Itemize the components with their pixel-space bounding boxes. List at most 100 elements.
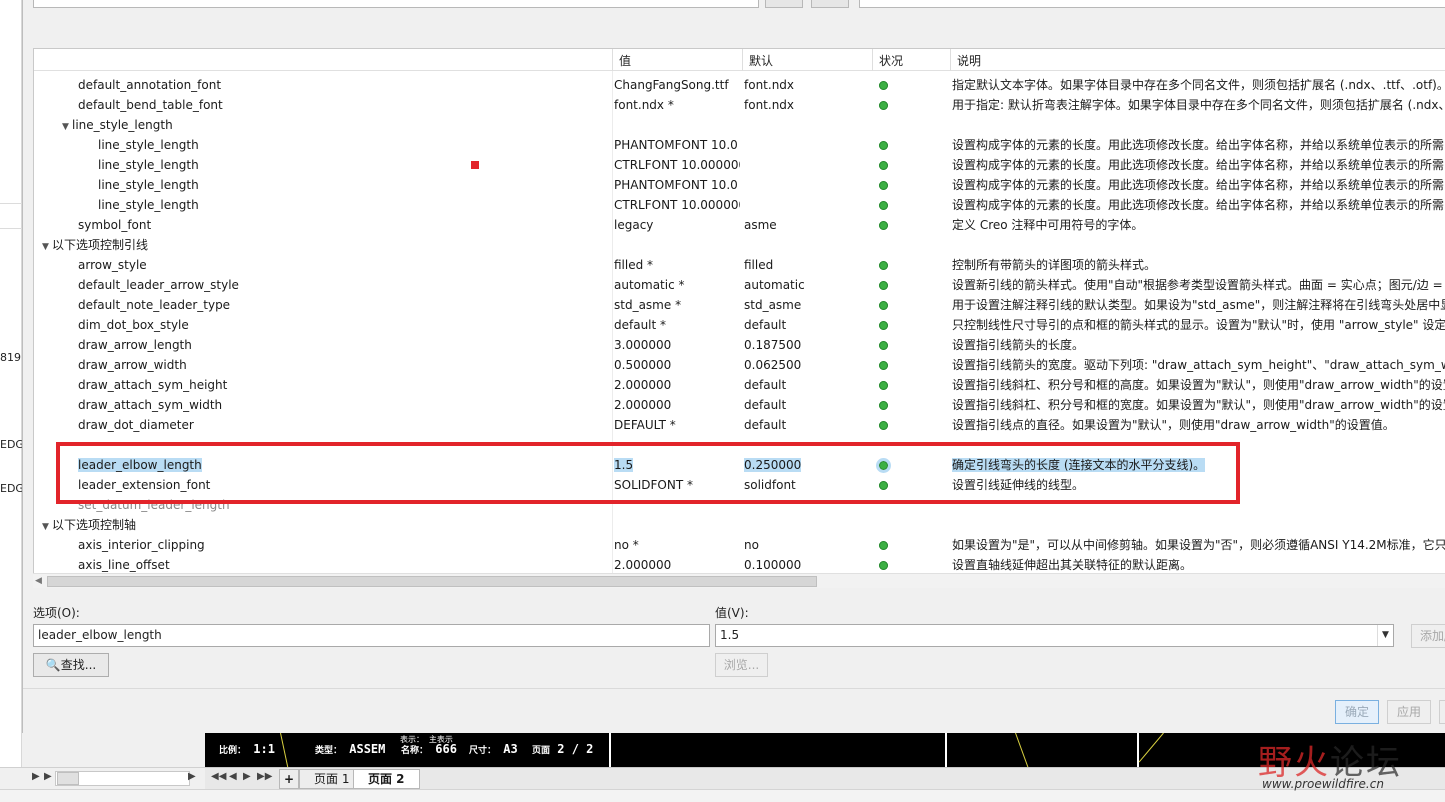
tab-page-2[interactable]: 页面 2 — [353, 769, 420, 789]
table-row[interactable]: dim_dot_box_style default * default 只控制线性尺寸… — [34, 315, 1445, 335]
scroll-right-icon[interactable]: ▶ — [44, 771, 52, 782]
background-scrollbar: ▶ ▶ ▶ — [0, 767, 205, 789]
option-default: 0.100000 — [744, 558, 802, 572]
expand-toggle-icon[interactable]: ▼ — [42, 517, 52, 535]
option-value: PHANTOMFONT 10.0 — [614, 178, 738, 192]
add-page-button[interactable]: + — [279, 769, 300, 789]
expand-toggle-icon[interactable]: ▼ — [62, 117, 72, 135]
chevron-down-icon[interactable]: ▼ — [1377, 625, 1393, 646]
filter-input[interactable] — [33, 0, 759, 8]
status-ok-icon — [879, 181, 888, 190]
table-row[interactable]: axis_interior_clipping no * no 如果设置为"是"，可以从… — [34, 535, 1445, 555]
option-value: legacy — [614, 218, 654, 232]
table-row[interactable]: draw_dot_diameter DEFAULT * default 设置指引线点的… — [34, 415, 1445, 435]
search-icon: 🔍 — [45, 658, 61, 672]
table-row[interactable]: line_style_length CTRLFONT 10.000000 设置构成字… — [34, 195, 1445, 215]
sort-select[interactable] — [859, 0, 1445, 8]
last-page-icon[interactable]: ▶▶ — [257, 771, 272, 782]
option-value: CTRLFONT 10.000000 — [614, 158, 740, 172]
table-row[interactable]: ▼ 以下选项控制引线 — [34, 235, 1445, 255]
scrollbar-thumb[interactable] — [57, 772, 79, 785]
table-row[interactable]: default_leader_arrow_style automatic * aut… — [34, 275, 1445, 295]
option-description: 设置新引线的箭头样式。使用"自动"根据参考类型设置箭头样式。曲面 = 实心点；图… — [952, 278, 1445, 292]
option-value: PHANTOMFONT 10.0 — [614, 138, 738, 152]
table-header: 值 默认 状况 说明 — [34, 49, 1445, 71]
options-table: 值 默认 状况 说明 default_annotation_font ChangF… — [33, 48, 1445, 588]
status-ok-icon — [879, 161, 888, 170]
column-header-description[interactable]: 说明 — [950, 49, 1445, 71]
column-header-value[interactable]: 值 — [612, 49, 742, 71]
option-default: 0.187500 — [744, 338, 802, 352]
annotation-marker — [471, 161, 479, 169]
table-row[interactable]: axis_line_offset 2.000000 0.100000 设置直轴线延伸超… — [34, 555, 1445, 575]
background-text: EDG — [0, 482, 24, 495]
browse-button[interactable]: 浏览... — [715, 653, 768, 677]
column-header-default[interactable]: 默认 — [742, 49, 872, 71]
option-default: 0.062500 — [744, 358, 802, 372]
option-value: CTRLFONT 10.000000 — [614, 198, 740, 212]
option-default: automatic — [744, 278, 805, 292]
expand-toggle-icon[interactable]: ▼ — [42, 237, 52, 255]
table-row[interactable]: draw_attach_sym_width 2.000000 default 设置指引… — [34, 395, 1445, 415]
option-default: asme — [744, 218, 777, 232]
scroll-left-icon[interactable]: ◀ — [35, 574, 42, 589]
prev-page-icon[interactable]: ◀ — [229, 771, 237, 782]
column-header-status[interactable]: 状况 — [872, 49, 950, 71]
option-value: filled * — [614, 258, 654, 272]
add-change-button[interactable]: 添加/ — [1411, 624, 1445, 648]
option-description: 设置指引线点的直径。如果设置为"默认"，则使用"draw_arrow_width… — [952, 418, 1395, 432]
option-value: 2.000000 — [614, 398, 672, 412]
table-row[interactable]: arrow_style filled * filled 控制所有带箭头的详图项的箭头样… — [34, 255, 1445, 275]
table-row[interactable]: default_annotation_font ChangFangSong.ttf… — [34, 75, 1445, 95]
scrollbar-thumb[interactable] — [47, 576, 817, 587]
table-row[interactable]: draw_arrow_width 0.500000 0.062500 设置指引线箭头的… — [34, 355, 1445, 375]
table-row[interactable]: default_note_leader_type std_asme * std_as… — [34, 295, 1445, 315]
status-ok-icon — [879, 101, 888, 110]
type-label: 类型： — [315, 746, 343, 756]
table-row[interactable]: draw_attach_sym_height 2.000000 default 设置指… — [34, 375, 1445, 395]
cancel-button[interactable] — [1439, 700, 1445, 724]
background-text: EDG — [0, 438, 24, 451]
option-name: draw_arrow_length — [78, 338, 192, 352]
option-name: line_style_length — [98, 138, 199, 152]
table-row[interactable]: ▼ line_style_length — [34, 115, 1445, 135]
divider — [0, 203, 22, 204]
option-name: default_bend_table_font — [78, 98, 223, 112]
option-description: 控制所有带箭头的详图项的箭头样式。 — [952, 258, 1157, 272]
horizontal-scrollbar[interactable]: ◀ — [33, 573, 1445, 588]
save-button[interactable] — [811, 0, 849, 8]
option-value: ChangFangSong.ttf — [614, 78, 729, 92]
option-value: 2.000000 — [614, 378, 672, 392]
option-description: 设置指引线斜杠、积分号和框的高度。如果设置为"默认"，则使用"draw_arro… — [952, 378, 1445, 392]
status-ok-icon — [879, 421, 888, 430]
status-ok-icon — [879, 81, 888, 90]
first-page-icon[interactable]: ◀◀ — [211, 771, 226, 782]
table-row[interactable]: draw_arrow_length 3.000000 0.187500 设置指引线箭头… — [34, 335, 1445, 355]
option-description: 设置指引线箭头的长度。 — [952, 338, 1085, 352]
table-row[interactable]: line_style_length CTRLFONT 10.000000 设置构成字… — [34, 155, 1445, 175]
option-name: axis_interior_clipping — [78, 538, 205, 552]
next-page-icon[interactable]: ▶ — [243, 771, 251, 782]
scale-value: 1:1 — [253, 742, 275, 756]
table-row[interactable]: line_style_length PHANTOMFONT 10.0 设置构成字体的… — [34, 135, 1445, 155]
apply-button[interactable]: 应用 — [1387, 700, 1431, 724]
find-button-label: 查找... — [60, 658, 97, 672]
option-input[interactable]: leader_elbow_length — [33, 624, 710, 647]
option-value: std_asme * — [614, 298, 682, 312]
column-header-name[interactable] — [34, 49, 612, 71]
open-folder-button[interactable] — [765, 0, 803, 8]
value-combobox[interactable]: 1.5 ▼ — [715, 624, 1394, 647]
scroll-left-icon[interactable]: ▶ — [32, 771, 40, 782]
ok-button[interactable]: 确定 — [1335, 700, 1379, 724]
option-default: no — [744, 538, 759, 552]
divider — [0, 228, 22, 229]
option-description: 设置直轴线延伸超出其关联特征的默认距离。 — [952, 558, 1193, 572]
table-row[interactable]: default_bend_table_font font.ndx * font.nd… — [34, 95, 1445, 115]
table-row[interactable]: ▼ 以下选项控制轴 — [34, 515, 1445, 535]
scroll-right-icon[interactable]: ▶ — [188, 771, 196, 782]
table-row[interactable]: symbol_font legacy asme 定义 Creo 注释中可用符号的字体。 — [34, 215, 1445, 235]
table-row[interactable]: line_style_length PHANTOMFONT 10.0 设置构成字体的… — [34, 175, 1445, 195]
status-ok-icon — [879, 361, 888, 370]
status-ok-icon — [879, 561, 888, 570]
find-button[interactable]: 🔍查找... — [33, 653, 109, 677]
